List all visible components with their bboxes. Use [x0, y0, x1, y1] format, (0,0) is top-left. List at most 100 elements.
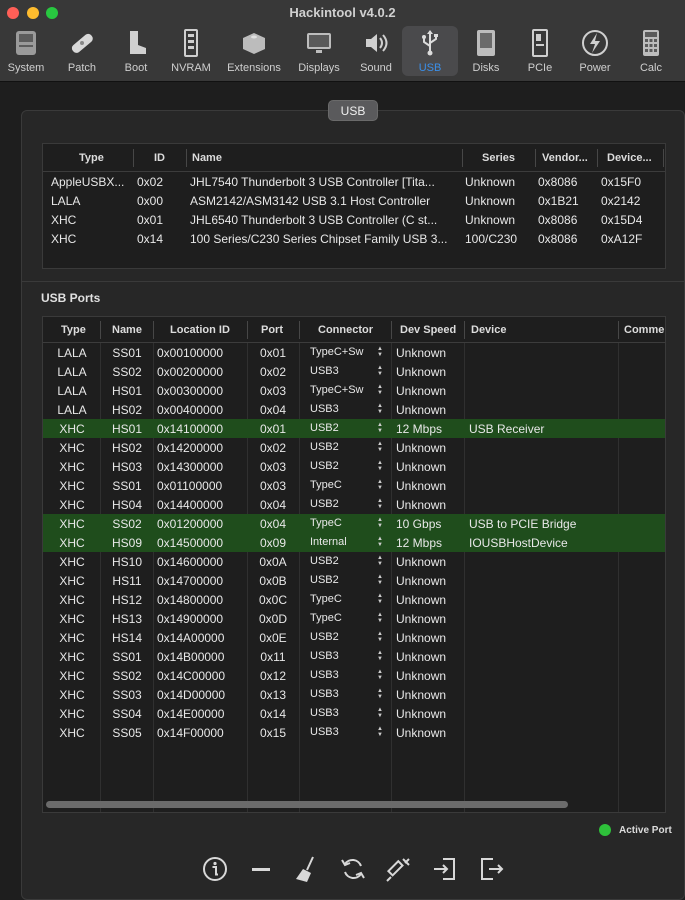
connector-select[interactable]: USB3 [310, 726, 380, 738]
column-header-connector[interactable]: Connector [318, 324, 373, 336]
chevron-updown-icon[interactable]: ▲ ▼ [377, 650, 383, 662]
controller-row[interactable]: AppleUSBX... 0x02 JHL7540 Thunderbolt 3 US… [43, 172, 665, 191]
connector-select[interactable]: TypeC+Sw [310, 384, 380, 396]
chevron-updown-icon[interactable]: ▲ ▼ [377, 593, 383, 605]
column-header-type[interactable]: Type [61, 324, 86, 336]
usb-port-row[interactable]: XHC HS14 0x14A00000 0x0E USB2 Unknown ▲ ▼ [43, 628, 665, 647]
connector-select[interactable]: TypeC+Sw [310, 346, 380, 358]
connector-select[interactable]: USB3 [310, 688, 380, 700]
column-header-id[interactable]: ID [154, 152, 165, 164]
column-header-location-id[interactable]: Location ID [170, 324, 230, 336]
usb-port-row[interactable]: XHC HS11 0x14700000 0x0B USB2 Unknown ▲ ▼ [43, 571, 665, 590]
connector-select[interactable]: USB2 [310, 460, 380, 472]
usb-port-row[interactable]: XHC HS09 0x14500000 0x09 Internal 12 Mbps IOUS… [43, 533, 665, 552]
connector-select[interactable]: USB2 [310, 574, 380, 586]
column-header-comment[interactable]: Comme [624, 324, 664, 336]
connector-select[interactable]: USB3 [310, 650, 380, 662]
usb-port-row[interactable]: XHC SS02 0x14C00000 0x12 USB3 Unknown ▲ ▼ [43, 666, 665, 685]
toolbar-item-calc[interactable]: Calc [623, 26, 679, 76]
segment-usb[interactable]: USB [328, 100, 378, 121]
chevron-updown-icon[interactable]: ▲ ▼ [377, 460, 383, 472]
connector-select[interactable]: TypeC [310, 517, 380, 529]
connector-select[interactable]: USB2 [310, 422, 380, 434]
usb-port-row[interactable]: XHC SS05 0x14F00000 0x15 USB3 Unknown ▲ ▼ [43, 723, 665, 742]
connector-select[interactable]: USB2 [310, 631, 380, 643]
usb-port-row[interactable]: XHC SS02 0x01200000 0x04 TypeC 10 Gbps USB to … [43, 514, 665, 533]
chevron-updown-icon[interactable]: ▲ ▼ [377, 498, 383, 510]
connector-select[interactable]: TypeC [310, 612, 380, 624]
export-button[interactable] [477, 855, 505, 883]
usb-port-row[interactable]: LALA HS02 0x00400000 0x04 USB3 Unknown ▲ ▼ [43, 400, 665, 419]
chevron-updown-icon[interactable]: ▲ ▼ [377, 726, 383, 738]
usb-port-row[interactable]: XHC HS13 0x14900000 0x0D TypeC Unknown ▲ ▼ [43, 609, 665, 628]
inject-button[interactable] [385, 855, 413, 883]
toolbar-item-extensions[interactable]: Extensions [226, 26, 282, 76]
usb-port-row[interactable]: LALA SS02 0x00200000 0x02 USB3 Unknown ▲ ▼ [43, 362, 665, 381]
usb-port-row[interactable]: XHC SS04 0x14E00000 0x14 USB3 Unknown ▲ ▼ [43, 704, 665, 723]
toolbar-item-nvram[interactable]: NVRAM [163, 26, 219, 76]
chevron-updown-icon[interactable]: ▲ ▼ [377, 479, 383, 491]
connector-select[interactable]: TypeC [310, 479, 380, 491]
usb-port-row[interactable]: XHC HS03 0x14300000 0x03 USB2 Unknown ▲ ▼ [43, 457, 665, 476]
chevron-updown-icon[interactable]: ▲ ▼ [377, 403, 383, 415]
toolbar-item-pcie[interactable]: PCIe [512, 26, 568, 76]
chevron-updown-icon[interactable]: ▲ ▼ [377, 365, 383, 377]
usb-port-row[interactable]: XHC SS01 0x14B00000 0x11 USB3 Unknown ▲ ▼ [43, 647, 665, 666]
usb-port-row[interactable]: XHC HS12 0x14800000 0x0C TypeC Unknown ▲ ▼ [43, 590, 665, 609]
column-header-type[interactable]: Type [79, 152, 104, 164]
usb-port-row[interactable]: XHC HS02 0x14200000 0x02 USB2 Unknown ▲ ▼ [43, 438, 665, 457]
column-header-vendor[interactable]: Vendor... [542, 152, 588, 164]
chevron-updown-icon[interactable]: ▲ ▼ [377, 555, 383, 567]
usb-port-row[interactable]: XHC SS01 0x01100000 0x03 TypeC Unknown ▲ ▼ [43, 476, 665, 495]
connector-select[interactable]: USB3 [310, 365, 380, 377]
connector-select[interactable]: Internal [310, 536, 380, 548]
clear-button[interactable] [293, 855, 321, 883]
usb-port-row[interactable]: XHC HS04 0x14400000 0x04 USB2 Unknown ▲ ▼ [43, 495, 665, 514]
toolbar-item-usb[interactable]: USB [402, 26, 458, 76]
toolbar-item-power[interactable]: Power [567, 26, 623, 76]
chevron-updown-icon[interactable]: ▲ ▼ [377, 669, 383, 681]
chevron-updown-icon[interactable]: ▲ ▼ [377, 346, 383, 358]
toolbar-item-system[interactable]: System [0, 26, 54, 76]
connector-select[interactable]: USB3 [310, 403, 380, 415]
chevron-updown-icon[interactable]: ▲ ▼ [377, 631, 383, 643]
toolbar-item-displays[interactable]: Displays [291, 26, 347, 76]
column-header-dev-speed[interactable]: Dev Speed [400, 324, 456, 336]
toolbar-item-sound[interactable]: Sound [348, 26, 404, 76]
column-header-port[interactable]: Port [261, 324, 283, 336]
remove-button[interactable] [247, 855, 275, 883]
chevron-updown-icon[interactable]: ▲ ▼ [377, 384, 383, 396]
horizontal-scrollbar[interactable] [46, 801, 568, 808]
toolbar-item-patch[interactable]: Patch [54, 26, 110, 76]
controller-row[interactable]: LALA 0x00 ASM2142/ASM3142 USB 3.1 Host Con… [43, 191, 665, 210]
controller-row[interactable]: XHC 0x01 JHL6540 Thunderbolt 3 USB Control… [43, 210, 665, 229]
chevron-updown-icon[interactable]: ▲ ▼ [377, 688, 383, 700]
chevron-updown-icon[interactable]: ▲ ▼ [377, 441, 383, 453]
chevron-updown-icon[interactable]: ▲ ▼ [377, 707, 383, 719]
toolbar-item-disks[interactable]: Disks [458, 26, 514, 76]
connector-select[interactable]: USB2 [310, 498, 380, 510]
controller-row[interactable]: XHC 0x14 100 Series/C230 Series Chipset Fa… [43, 229, 665, 248]
chevron-updown-icon[interactable]: ▲ ▼ [377, 422, 383, 434]
info-button[interactable] [201, 855, 229, 883]
usb-port-row[interactable]: LALA HS01 0x00300000 0x03 TypeC+Sw Unknown ▲ ▼ [43, 381, 665, 400]
refresh-button[interactable] [339, 855, 367, 883]
connector-select[interactable]: USB2 [310, 555, 380, 567]
chevron-updown-icon[interactable]: ▲ ▼ [377, 574, 383, 586]
column-header-device[interactable]: Device... [607, 152, 652, 164]
toolbar-item-boot[interactable]: Boot [108, 26, 164, 76]
chevron-updown-icon[interactable]: ▲ ▼ [377, 536, 383, 548]
column-header-series[interactable]: Series [482, 152, 515, 164]
chevron-updown-icon[interactable]: ▲ ▼ [377, 517, 383, 529]
column-header-device[interactable]: Device [471, 324, 506, 336]
connector-select[interactable]: USB3 [310, 669, 380, 681]
usb-port-row[interactable]: XHC HS10 0x14600000 0x0A USB2 Unknown ▲ ▼ [43, 552, 665, 571]
connector-select[interactable]: USB3 [310, 707, 380, 719]
connector-select[interactable]: USB2 [310, 441, 380, 453]
usb-port-row[interactable]: XHC HS01 0x14100000 0x01 USB2 12 Mbps USB Rece… [43, 419, 665, 438]
import-button[interactable] [431, 855, 459, 883]
chevron-updown-icon[interactable]: ▲ ▼ [377, 612, 383, 624]
connector-select[interactable]: TypeC [310, 593, 380, 605]
usb-port-row[interactable]: XHC SS03 0x14D00000 0x13 USB3 Unknown ▲ ▼ [43, 685, 665, 704]
usb-port-row[interactable]: LALA SS01 0x00100000 0x01 TypeC+Sw Unknown ▲ ▼ [43, 343, 665, 362]
